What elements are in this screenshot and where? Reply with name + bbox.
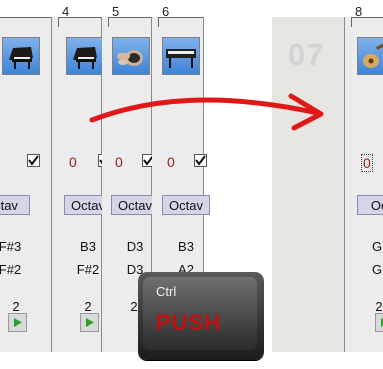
track-count: 2 [12, 299, 20, 314]
track-enable-checkbox[interactable] [194, 154, 207, 167]
note-top: F#3 [0, 239, 22, 254]
velocity-value[interactable]: 0 [69, 154, 77, 170]
note-bottom: F#2 [0, 262, 22, 277]
note-top: G [371, 239, 383, 254]
track-number: 5 [112, 4, 120, 19]
track-number: 8 [355, 4, 363, 19]
track-tick [158, 17, 159, 27]
note-bottom: G [371, 262, 383, 277]
ctrl-key-graphic: Ctrl PUSH [138, 272, 264, 360]
play-button[interactable] [80, 313, 99, 332]
track-count: 2 [375, 299, 383, 314]
track-panel: 4 0 Octav B3 F#2 2 [52, 4, 112, 352]
track-tick [351, 17, 352, 27]
grand-piano-icon[interactable] [66, 37, 104, 75]
track-enable-checkbox[interactable] [27, 154, 40, 167]
note-top: B3 [178, 239, 194, 254]
velocity-value[interactable]: 0 [167, 154, 175, 170]
velocity-value[interactable]: 0 [361, 154, 373, 172]
track-number: 6 [162, 4, 170, 19]
keyboard-piano-icon[interactable] [162, 37, 200, 75]
grand-piano-icon[interactable] [2, 37, 40, 75]
ctrl-key-label: Ctrl [156, 284, 177, 299]
track-number: 4 [62, 4, 70, 19]
track-tick [58, 17, 59, 27]
track-tick [108, 17, 109, 27]
track-number-placeholder: 07 [288, 37, 325, 72]
octave-button[interactable]: ctav [0, 195, 30, 215]
empty-track-slot[interactable]: 07 [272, 17, 344, 352]
play-button[interactable] [375, 313, 383, 332]
drum-icon[interactable] [112, 37, 150, 75]
note-top: D3 [126, 239, 144, 254]
track-mixer-view: ctav F#3 F#2 2 4 0 Octav B3 F#2 2 [0, 0, 383, 369]
velocity-value[interactable]: 0 [115, 154, 123, 170]
push-label: PUSH [156, 310, 222, 335]
track-panel: ctav F#3 F#2 2 [0, 17, 52, 352]
octave-button[interactable]: Oct [357, 195, 383, 215]
guitar-icon[interactable] [357, 37, 383, 75]
octave-button[interactable]: Octav [162, 195, 210, 215]
track-top-border [0, 17, 51, 18]
play-button[interactable] [8, 313, 27, 332]
track-panel: 8 0 Oct G G 2 [344, 4, 383, 352]
